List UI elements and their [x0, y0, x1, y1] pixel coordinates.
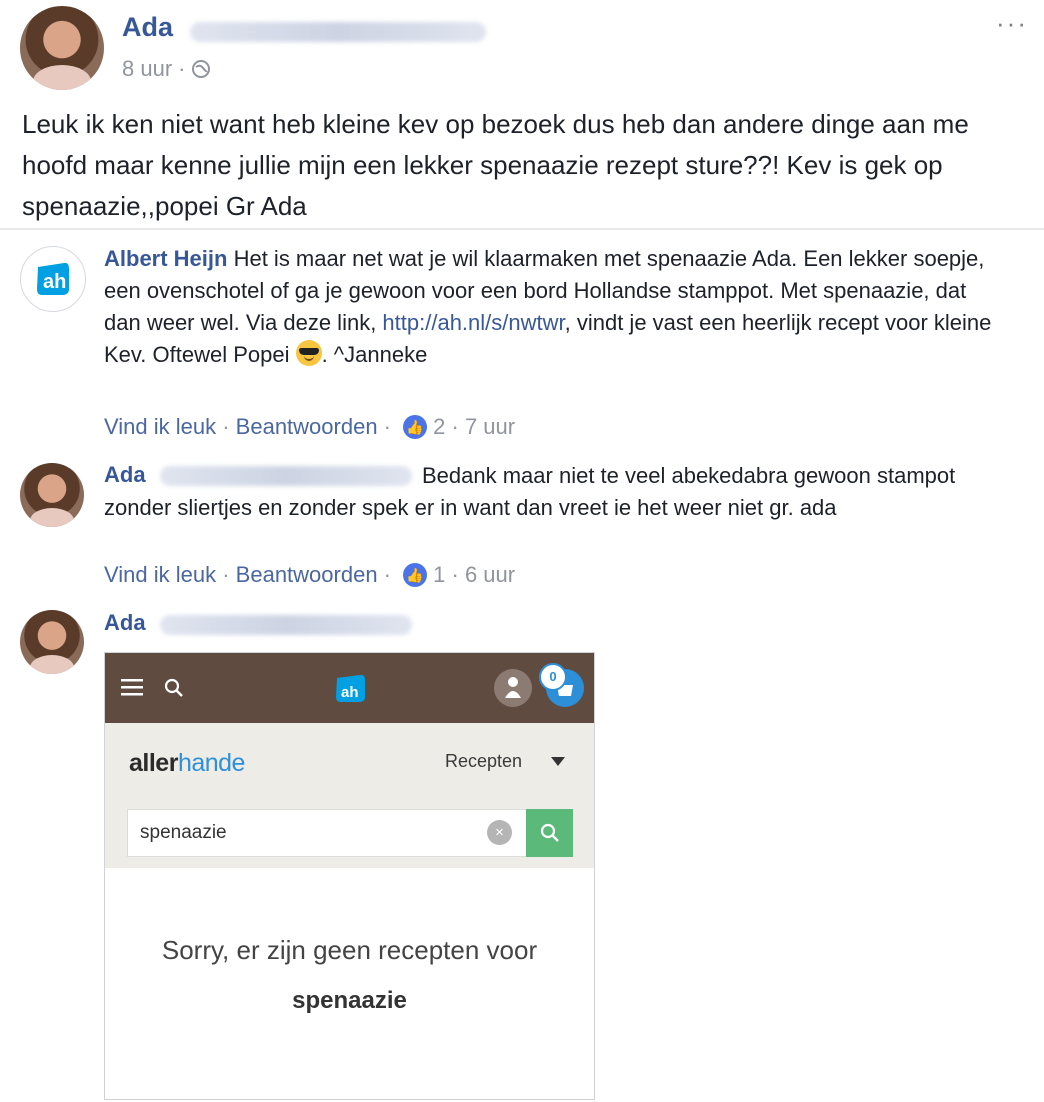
comment-author-albert-heijn[interactable]: Albert Heijn: [104, 246, 227, 271]
post-time[interactable]: 8 uur: [122, 56, 172, 82]
chevron-down-icon[interactable]: [551, 757, 565, 766]
meta-separator: ·: [178, 56, 186, 81]
blurred-surname: [190, 22, 486, 42]
comment-1-actions: Vind ik leuk · Beantwoorden · 👍 2 · 7 uu…: [104, 414, 515, 440]
post-text: Leuk ik ken niet want heb kleine kev op …: [22, 109, 969, 221]
svg-text:ah: ah: [43, 271, 66, 293]
comment-2-text: Bedank maar niet te veel abekedabra gewo…: [104, 463, 956, 520]
like-count[interactable]: 2: [433, 414, 445, 440]
search-term: spenaazie: [292, 987, 407, 1014]
svg-text:ah: ah: [341, 684, 359, 701]
thumbs-up-icon: 👍: [403, 415, 428, 439]
comment-1: Albert Heijn Het is maar net wat je wil …: [104, 243, 1004, 371]
sunglasses-emoji-icon: [295, 340, 322, 366]
like-count[interactable]: 1: [433, 562, 445, 588]
comment-2-actions: Vind ik leuk · Beantwoorden · 👍 1 · 6 uu…: [104, 562, 515, 588]
attached-screenshot[interactable]: ah 0 allerhande Recepten spenaazie × Sor…: [104, 652, 595, 1100]
comment-3-avatar[interactable]: [20, 610, 84, 674]
blurred-surname: [160, 615, 412, 635]
search-value: spenaazie: [140, 822, 227, 843]
globe-icon: [192, 60, 211, 78]
like-link[interactable]: Vind ik leuk: [104, 562, 216, 588]
ah-logo-icon: ah: [37, 262, 69, 295]
separator: ·: [445, 562, 465, 587]
recipe-link[interactable]: http://ah.nl/s/nwtwr: [382, 310, 564, 335]
comment-1-text-c: . ^Janneke: [321, 342, 428, 367]
reply-link[interactable]: Beantwoorden: [236, 414, 378, 440]
separator: ·: [445, 414, 465, 439]
comment-time[interactable]: 7 uur: [465, 414, 515, 440]
hamburger-menu-icon: [121, 679, 143, 696]
search-icon: [540, 823, 559, 842]
reply-link[interactable]: Beantwoorden: [236, 562, 378, 588]
comment-author-ada[interactable]: Ada: [104, 610, 146, 636]
brand-text-hande: hande: [177, 749, 246, 777]
clear-search-button[interactable]: ×: [487, 820, 512, 845]
like-link[interactable]: Vind ik leuk: [104, 414, 216, 440]
separator: ·: [216, 562, 236, 587]
post-author-name[interactable]: Ada: [122, 12, 173, 43]
search-icon: [164, 678, 183, 697]
separator: ·: [377, 414, 398, 439]
ah-logo-icon: ah: [336, 674, 365, 702]
basket-count-badge: 0: [539, 663, 567, 691]
separator: ·: [216, 414, 236, 439]
thumbs-up-icon: 👍: [403, 563, 428, 587]
post-divider: [0, 228, 1044, 230]
recepten-dropdown[interactable]: Recepten: [445, 751, 522, 772]
avatar-shirt: [29, 654, 75, 674]
no-results-message: Sorry, er zijn geen recepten voor: [161, 935, 538, 965]
account-icon: [494, 669, 532, 707]
avatar-shirt: [32, 64, 92, 90]
post-author-avatar[interactable]: [20, 6, 104, 90]
post-meta: 8 uur ·: [122, 56, 211, 82]
brand-text-aller: aller: [129, 749, 178, 777]
ah-avatar[interactable]: ah: [20, 246, 86, 312]
allerhande-logo: allerhande: [129, 749, 245, 778]
search-submit-button[interactable]: [526, 809, 573, 857]
avatar-shirt: [29, 507, 75, 527]
recipe-search-input[interactable]: spenaazie: [127, 809, 527, 857]
separator: ·: [377, 562, 398, 587]
comment-time[interactable]: 6 uur: [465, 562, 515, 588]
more-options-button[interactable]: ···: [996, 8, 1028, 39]
comment-2-avatar[interactable]: [20, 463, 84, 527]
